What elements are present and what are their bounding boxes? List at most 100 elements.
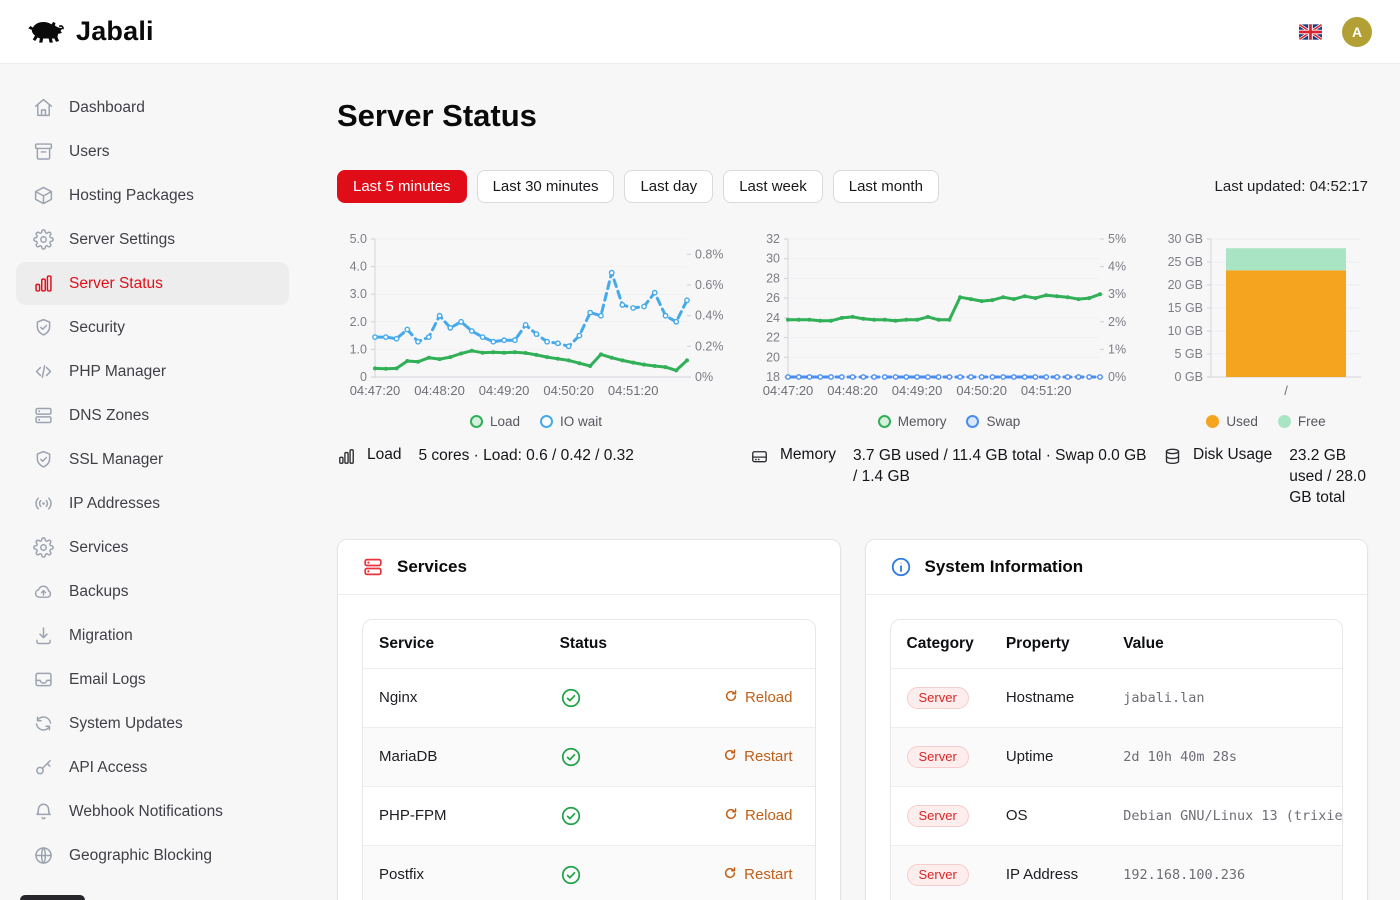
- svg-text:04:48:20: 04:48:20: [827, 383, 878, 398]
- svg-text:18: 18: [766, 370, 780, 384]
- col-value: Value: [1107, 620, 1342, 669]
- sidebar-item-services[interactable]: Services: [16, 526, 289, 569]
- filter-last-week[interactable]: Last week: [723, 170, 823, 203]
- svg-text:2%: 2%: [1108, 315, 1126, 329]
- legend-free-dot: [1278, 415, 1291, 428]
- gear-icon: [33, 229, 54, 250]
- svg-text:24: 24: [766, 311, 780, 325]
- user-avatar[interactable]: A: [1342, 17, 1372, 47]
- sidebar-item-users[interactable]: Users: [16, 130, 289, 173]
- svg-text:5 GB: 5 GB: [1175, 347, 1204, 361]
- sidebar-item-system-updates[interactable]: System Updates: [16, 702, 289, 745]
- sidebar-item-security[interactable]: Security: [16, 306, 289, 349]
- code-icon: [33, 361, 54, 382]
- reload-php-fpm-button[interactable]: Reload: [724, 807, 793, 825]
- svg-text:04:49:20: 04:49:20: [892, 383, 943, 398]
- info-icon: [890, 556, 912, 578]
- cloud-upload-icon: [33, 581, 54, 602]
- svg-text:32: 32: [766, 232, 780, 246]
- svg-text:5.0: 5.0: [350, 232, 367, 246]
- sidebar-item-server-settings[interactable]: Server Settings: [16, 218, 289, 261]
- legend-load[interactable]: Load: [470, 414, 520, 429]
- language-flag-icon[interactable]: [1299, 24, 1322, 40]
- sidebar-item-dns-zones[interactable]: DNS Zones: [16, 394, 289, 437]
- legend-io-wait-dot: [540, 415, 553, 428]
- col-category: Category: [891, 620, 990, 669]
- legend-swap[interactable]: Swap: [966, 414, 1020, 429]
- status-ok-icon: [560, 687, 663, 709]
- restart-mariadb-button[interactable]: Restart: [723, 748, 792, 766]
- service-row-nginx: Nginx Reload: [363, 668, 815, 727]
- svg-text:0.4%: 0.4%: [695, 309, 724, 323]
- stat-label: Disk Usage: [1193, 446, 1272, 464]
- svg-text:04:49:20: 04:49:20: [479, 383, 530, 398]
- sysinfo-row-ip-address: Server IP Address 192.168.100.236: [891, 845, 1343, 900]
- property-value: jabali.lan: [1107, 668, 1342, 727]
- property-name: OS: [990, 786, 1107, 845]
- sidebar-item-email-logs[interactable]: Email Logs: [16, 658, 289, 701]
- svg-text:0.6%: 0.6%: [695, 278, 724, 292]
- svg-text:4%: 4%: [1108, 260, 1126, 274]
- globe-icon: [33, 845, 54, 866]
- sidebar-item-migration[interactable]: Migration: [16, 614, 289, 657]
- sidebar-item-label: Hosting Packages: [69, 187, 194, 205]
- sidebar-item-hosting-packages[interactable]: Hosting Packages: [16, 174, 289, 217]
- svg-text:0.8%: 0.8%: [695, 247, 724, 261]
- filter-last-5-minutes[interactable]: Last 5 minutes: [337, 170, 467, 203]
- service-name: Postfix: [363, 845, 544, 900]
- sidebar-item-php-manager[interactable]: PHP Manager: [16, 350, 289, 393]
- services-card: Services Service Status Nginx Reload Mar…: [337, 539, 841, 900]
- sidebar-item-label: Email Logs: [69, 671, 146, 689]
- shield-check-icon: [33, 449, 54, 470]
- sidebar-item-geographic-blocking[interactable]: Geographic Blocking: [16, 834, 289, 877]
- sidebar-item-dashboard[interactable]: Dashboard: [16, 86, 289, 129]
- main-content: Server Status Last 5 minutesLast 30 minu…: [305, 64, 1400, 900]
- legend-swap-dot: [966, 415, 979, 428]
- category-badge: Server: [907, 805, 969, 827]
- brand[interactable]: Jabali: [20, 15, 154, 49]
- filter-last-30-minutes[interactable]: Last 30 minutes: [477, 170, 615, 203]
- disk-chart-block: 0 GB5 GB10 GB15 GB20 GB25 GB30 GB/ Used …: [1163, 231, 1369, 509]
- svg-text:10 GB: 10 GB: [1168, 324, 1203, 338]
- sidebar-footer-button[interactable]: [20, 895, 85, 900]
- filter-last-month[interactable]: Last month: [833, 170, 939, 203]
- memory-chart-block: 18202224262830320%1%2%3%4%5%04:47:2004:4…: [750, 231, 1148, 509]
- svg-text:28: 28: [766, 271, 780, 285]
- sidebar-item-label: IP Addresses: [69, 495, 160, 513]
- home-icon: [33, 97, 54, 118]
- bar-chart-icon: [33, 273, 54, 294]
- archive-icon: [33, 141, 54, 162]
- svg-text:04:51:20: 04:51:20: [1021, 383, 1072, 398]
- sidebar-item-ip-addresses[interactable]: IP Addresses: [16, 482, 289, 525]
- legend-free[interactable]: Free: [1278, 414, 1326, 429]
- legend-memory[interactable]: Memory: [878, 414, 947, 429]
- server-stack-icon: [33, 405, 54, 426]
- sidebar-item-ssl-manager[interactable]: SSL Manager: [16, 438, 289, 481]
- sysinfo-row-hostname: Server Hostname jabali.lan: [891, 668, 1343, 727]
- category-badge: Server: [907, 746, 969, 768]
- sidebar-item-label: SSL Manager: [69, 451, 163, 469]
- sidebar-item-server-status[interactable]: Server Status: [16, 262, 289, 305]
- status-ok-icon: [560, 805, 663, 827]
- property-name: IP Address: [990, 845, 1107, 900]
- svg-text:5%: 5%: [1108, 232, 1126, 246]
- filter-last-day[interactable]: Last day: [624, 170, 713, 203]
- charts-row: 01.02.03.04.05.00%0.2%0.4%0.6%0.8%04:47:…: [337, 231, 1368, 509]
- sidebar-item-backups[interactable]: Backups: [16, 570, 289, 613]
- sysinfo-row-os: Server OS Debian GNU/Linux 13 (trixie): [891, 786, 1343, 845]
- sidebar-item-webhook-notifications[interactable]: Webhook Notifications: [16, 790, 289, 833]
- sidebar-item-api-access[interactable]: API Access: [16, 746, 289, 789]
- property-value: Debian GNU/Linux 13 (trixie): [1107, 786, 1342, 845]
- reload-nginx-button[interactable]: Reload: [724, 689, 793, 707]
- hard-drive-icon: [750, 447, 769, 466]
- system-info-table: CategoryPropertyValue Server Hostname ja…: [891, 620, 1343, 900]
- system-info-card: System Information CategoryPropertyValue…: [865, 539, 1369, 900]
- legend-io-wait[interactable]: IO wait: [540, 414, 602, 429]
- restart-postfix-button[interactable]: Restart: [723, 866, 792, 884]
- svg-text:0 GB: 0 GB: [1175, 370, 1204, 384]
- legend-load-dot: [470, 415, 483, 428]
- legend-used[interactable]: Used: [1206, 414, 1258, 429]
- services-table: Service Status Nginx Reload MariaDB Rest…: [363, 620, 815, 900]
- svg-text:04:50:20: 04:50:20: [956, 383, 1007, 398]
- sidebar-item-label: Dashboard: [69, 99, 145, 117]
